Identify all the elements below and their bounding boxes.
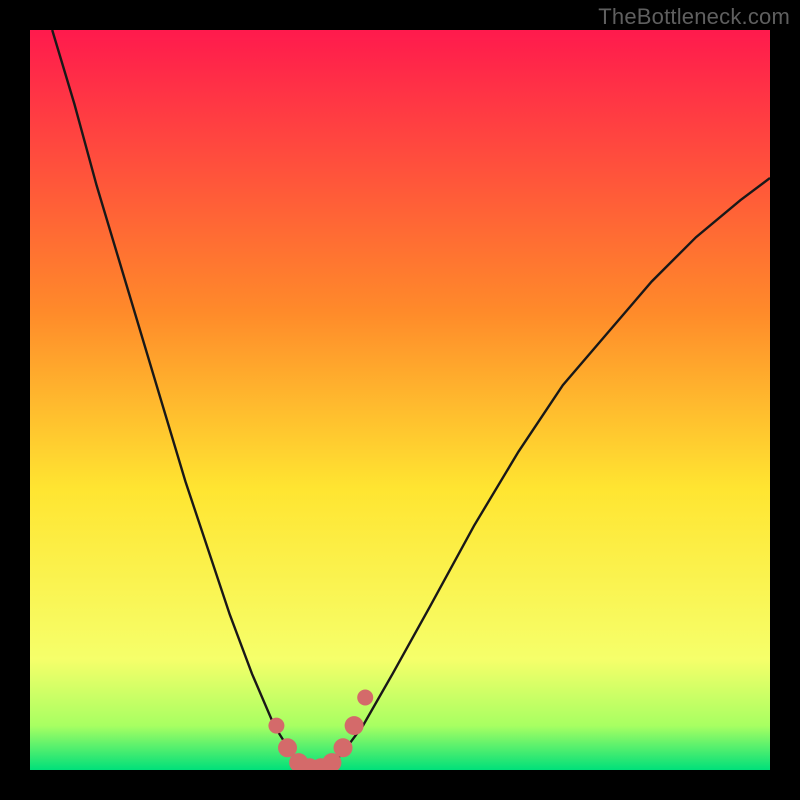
watermark-text: TheBottleneck.com <box>598 4 790 30</box>
bottleneck-plot <box>30 30 770 770</box>
chart-frame: TheBottleneck.com <box>0 0 800 800</box>
marker-dot <box>345 716 364 735</box>
marker-dot <box>357 689 373 705</box>
marker-dot <box>268 718 284 734</box>
marker-dot <box>334 738 353 757</box>
